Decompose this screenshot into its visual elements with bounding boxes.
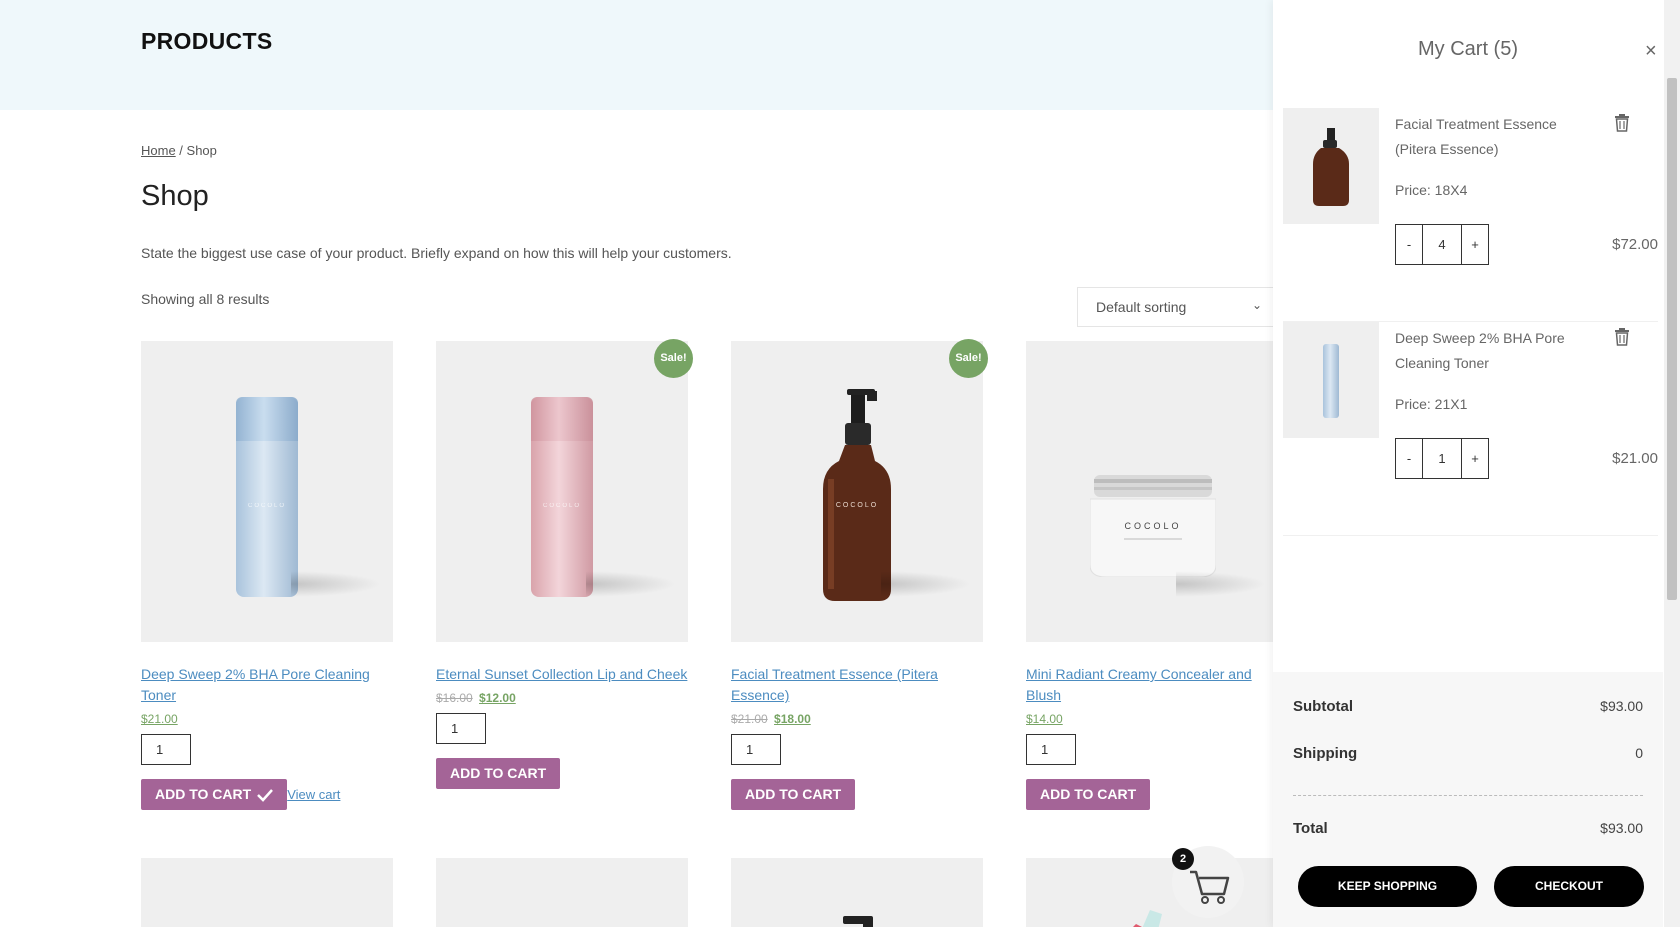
chevron-down-icon: ⌄: [1251, 298, 1262, 312]
keep-shopping-button[interactable]: KEEP SHOPPING: [1298, 866, 1477, 907]
cart-item-name: Deep Sweep 2% BHA Pore Cleaning Toner: [1395, 330, 1565, 371]
page-heading: PRODUCTS: [141, 28, 273, 54]
product-name-link[interactable]: Mini Radiant Creamy Concealer and Blush: [1026, 664, 1278, 706]
cart-item-total: $21.00: [1612, 450, 1658, 467]
cart-totals: Subtotal $93.00 Shipping 0 Total $93.00 …: [1273, 672, 1663, 927]
total-row: Total $93.00: [1293, 820, 1643, 837]
price-old: $21.00: [731, 712, 768, 726]
quantity-input[interactable]: 1: [1026, 734, 1076, 765]
price-current: $18.00: [774, 712, 811, 726]
cart-item-price: Price: 18X4: [1395, 182, 1468, 198]
pump-bottle-thumbnail: [1313, 128, 1349, 206]
product-image[interactable]: COCOLO: [436, 341, 688, 642]
add-to-cart-label: ADD TO CART: [155, 786, 252, 802]
product-card: COCOLO Deep Sweep 2% BHA Pore Cleaning T…: [141, 341, 393, 810]
shop-description: State the biggest use case of your produ…: [141, 245, 732, 261]
shipping-row: Shipping 0: [1293, 745, 1643, 762]
view-cart-link[interactable]: View cart: [287, 787, 340, 802]
toner-bottle-image: COCOLO: [236, 397, 298, 597]
product-image-partial[interactable]: [141, 858, 393, 927]
increase-quantity-button[interactable]: +: [1462, 439, 1488, 478]
sorting-select[interactable]: Default sorting ⌄: [1077, 287, 1277, 327]
cart-item: Facial Treatment Essence (Pitera Essence…: [1283, 108, 1658, 322]
quantity-value[interactable]: 1: [1422, 439, 1462, 478]
cart-count-badge: 2: [1172, 848, 1194, 870]
add-to-cart-button[interactable]: ADD TO CART: [141, 779, 288, 810]
add-to-cart-label: ADD TO CART: [1040, 786, 1137, 802]
quantity-input[interactable]: 1: [436, 713, 486, 744]
product-name-link[interactable]: Facial Treatment Essence (Pitera Essence…: [731, 664, 983, 706]
breadcrumb: Home / Shop: [141, 143, 217, 158]
price-current: $12.00: [479, 691, 516, 705]
product-image-partial[interactable]: [731, 858, 983, 927]
cart-item-image: [1283, 322, 1379, 438]
product-image[interactable]: COCOLO: [731, 341, 983, 642]
product-price: $14.00: [1026, 712, 1278, 726]
add-to-cart-label: ADD TO CART: [745, 786, 842, 802]
totals-divider: [1293, 795, 1643, 796]
product-price: $21.00: [141, 712, 393, 726]
product-name-link[interactable]: Deep Sweep 2% BHA Pore Cleaning Toner: [141, 664, 393, 706]
subtotal-label: Subtotal: [1293, 698, 1353, 715]
subtotal-row: Subtotal $93.00: [1293, 698, 1643, 715]
quantity-input[interactable]: 1: [731, 734, 781, 765]
total-label: Total: [1293, 820, 1328, 837]
shipping-label: Shipping: [1293, 745, 1358, 762]
decrease-quantity-button[interactable]: -: [1396, 439, 1422, 478]
sale-badge: Sale!: [949, 339, 988, 378]
trash-icon[interactable]: [1614, 114, 1630, 132]
trash-icon[interactable]: [1614, 328, 1630, 346]
cart-panel-title: My Cart (5): [1418, 38, 1518, 60]
cart-item-name: Facial Treatment Essence (Pitera Essence…: [1395, 116, 1557, 157]
increase-quantity-button[interactable]: +: [1462, 225, 1488, 264]
product-card: COCOLO Eternal Sunset Collection Lip and…: [436, 341, 688, 789]
toner-bottle-thumbnail: [1323, 344, 1339, 418]
product-card: COCOLO Mini Radiant Creamy Concealer and…: [1026, 341, 1278, 810]
product-image-partial[interactable]: [436, 858, 688, 927]
scrollbar-thumb[interactable]: [1667, 78, 1677, 600]
add-to-cart-button[interactable]: ADD TO CART: [1026, 779, 1151, 810]
cart-item-price: Price: 21X1: [1395, 396, 1468, 412]
price-current: $21.00: [141, 712, 178, 726]
checkout-button[interactable]: CHECKOUT: [1494, 866, 1644, 907]
svg-text:COCOLO: COCOLO: [836, 502, 878, 509]
add-to-cart-label: ADD TO CART: [450, 765, 547, 781]
sorting-value: Default sorting: [1096, 299, 1187, 315]
quantity-stepper: - 4 +: [1395, 224, 1489, 265]
breadcrumb-current: Shop: [186, 143, 217, 158]
quantity-input[interactable]: 1: [141, 734, 191, 765]
cart-panel: My Cart (5) × Facial Treatment Essence (…: [1273, 0, 1680, 927]
lip-cheek-bottle-image: COCOLO: [531, 397, 593, 597]
product-image[interactable]: COCOLO: [1026, 341, 1278, 642]
cream-jar-image: COCOLO: [1090, 475, 1216, 577]
cart-item: Deep Sweep 2% BHA Pore Cleaning Toner Pr…: [1283, 322, 1658, 536]
product-card: COCOLO Facial Treatment Essence (Pitera …: [731, 341, 983, 810]
subtotal-value: $93.00: [1600, 698, 1643, 714]
add-to-cart-button[interactable]: ADD TO CART: [731, 779, 856, 810]
result-count: Showing all 8 results: [141, 291, 270, 307]
product-name-link[interactable]: Eternal Sunset Collection Lip and Cheek: [436, 664, 688, 685]
product-price: $16.00 $12.00: [436, 691, 688, 705]
checkmark-icon: [257, 788, 274, 802]
price-old: $16.00: [436, 691, 473, 705]
shipping-value: 0: [1635, 745, 1643, 761]
cart-item-image: [1283, 108, 1379, 224]
cart-item-total: $72.00: [1612, 236, 1658, 253]
page-title: Shop: [141, 180, 209, 212]
pump-bottle-partial-image: [843, 916, 873, 927]
decrease-quantity-button[interactable]: -: [1396, 225, 1422, 264]
product-image[interactable]: COCOLO: [141, 341, 393, 642]
breadcrumb-home-link[interactable]: Home: [141, 143, 176, 158]
svg-text:COCOLO: COCOLO: [1124, 521, 1181, 531]
price-current: $14.00: [1026, 712, 1063, 726]
total-value: $93.00: [1600, 820, 1643, 836]
sale-badge: Sale!: [654, 339, 693, 378]
close-icon[interactable]: ×: [1645, 40, 1657, 63]
quantity-value[interactable]: 4: [1422, 225, 1462, 264]
breadcrumb-separator: /: [175, 143, 187, 158]
add-to-cart-button[interactable]: ADD TO CART: [436, 758, 561, 789]
product-price: $21.00 $18.00: [731, 712, 983, 726]
quantity-stepper: - 1 +: [1395, 438, 1489, 479]
